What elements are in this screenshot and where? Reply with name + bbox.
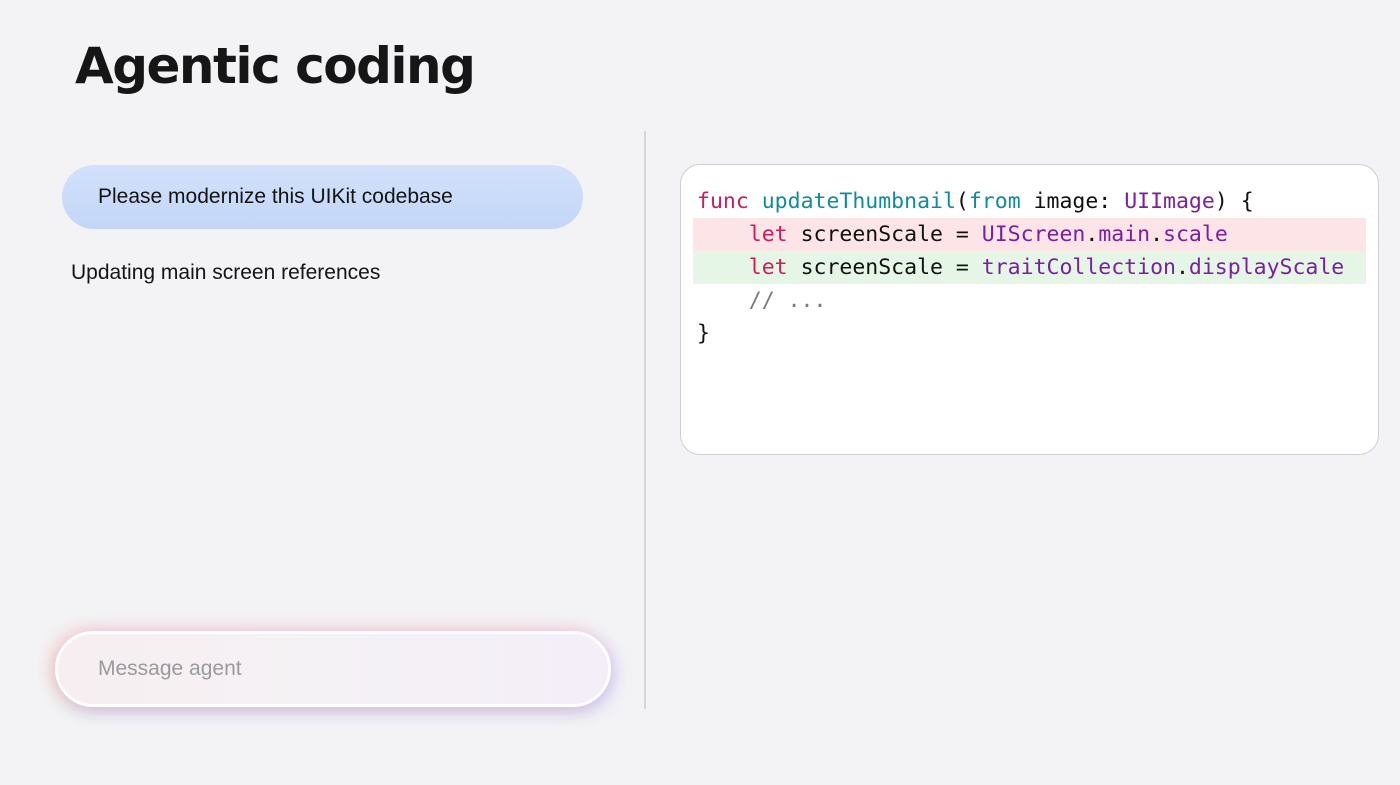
code-lines: func updateThumbnail(from image: UIImage… [681,185,1378,350]
code-token: ( [955,189,969,214]
code-token: . [1150,222,1164,247]
code-token: UIScreen [981,222,1086,247]
agent-status-text: Updating main screen references [71,261,381,284]
code-diff-panel: func updateThumbnail(from image: UIImage… [680,164,1379,455]
code-token: // ... [748,288,827,313]
code-token: main [1098,222,1151,247]
code-token: UIImage [1124,189,1215,214]
code-token: func [697,189,749,214]
code-line-added: let screenScale = traitCollection.displa… [693,251,1366,284]
code-line: func updateThumbnail(from image: UIImage… [693,185,1366,218]
code-token: let [748,255,788,280]
code-token: traitCollection [981,255,1176,280]
code-token: image: [1020,189,1125,214]
code-token: . [1085,222,1099,247]
message-agent-input[interactable] [98,657,578,681]
panel-divider [644,131,646,709]
code-line: } [693,317,1366,350]
code-token: ) { [1214,189,1254,214]
code-token: } [697,321,710,346]
code-token: . [1175,255,1189,280]
code-token: screenScale = [787,222,982,247]
code-line: // ... [693,284,1366,317]
user-message-text: Please modernize this UIKit codebase [98,185,453,208]
code-token: scale [1163,222,1228,247]
user-message-bubble: Please modernize this UIKit codebase [62,165,583,229]
code-token: displayScale [1188,255,1345,280]
code-token: screenScale = [787,255,982,280]
code-token: updateThumbnail [761,189,956,214]
code-line-removed: let screenScale = UIScreen.main.scale [693,218,1366,251]
page-title: Agentic coding [75,37,476,95]
code-token: let [748,222,788,247]
message-input-container[interactable] [55,631,611,707]
code-token: from [968,189,1021,214]
